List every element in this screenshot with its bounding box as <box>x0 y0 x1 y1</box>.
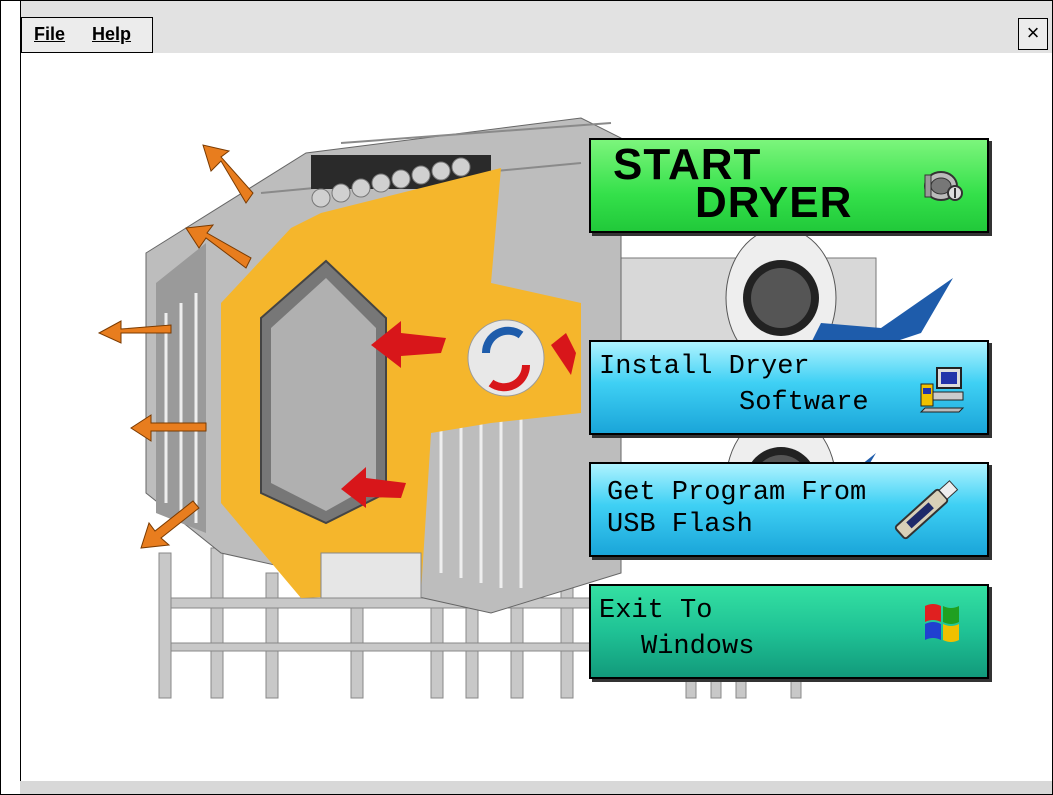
usb-label-line2: USB Flash <box>607 510 753 540</box>
menu-help[interactable]: Help <box>92 24 131 45</box>
close-button[interactable]: × <box>1018 18 1048 50</box>
menu-bar: File Help × <box>1 1 1052 53</box>
status-strip <box>20 781 1052 794</box>
exit-label-line1: Exit To <box>599 596 713 626</box>
microsoft-windows-logo-icon <box>925 604 959 642</box>
start-dryer-label-line2: DRYER <box>695 178 853 227</box>
menu-file[interactable]: File <box>34 24 65 45</box>
dryer-drum-icon <box>924 171 963 201</box>
start-dryer-button[interactable]: START DRYER <box>589 138 989 233</box>
get-program-usb-button[interactable]: Get Program From USB Flash <box>589 462 989 557</box>
install-label-line1: Install Dryer <box>599 352 810 382</box>
app-window: File Help × START DRYER Install Dryer So… <box>0 0 1053 795</box>
menu-box: File Help <box>21 17 153 53</box>
computer-install-icon <box>919 367 965 413</box>
air-flow-indicator <box>467 319 545 397</box>
usb-label-line1: Get Program From <box>607 478 867 508</box>
exit-to-windows-button[interactable]: Exit To Windows <box>589 584 989 679</box>
install-label-line2: Software <box>739 388 869 418</box>
left-border <box>1 1 21 794</box>
exit-label-line2: Windows <box>641 632 755 662</box>
usb-flash-drive-icon <box>894 480 959 540</box>
install-dryer-software-button[interactable]: Install Dryer Software <box>589 340 989 435</box>
